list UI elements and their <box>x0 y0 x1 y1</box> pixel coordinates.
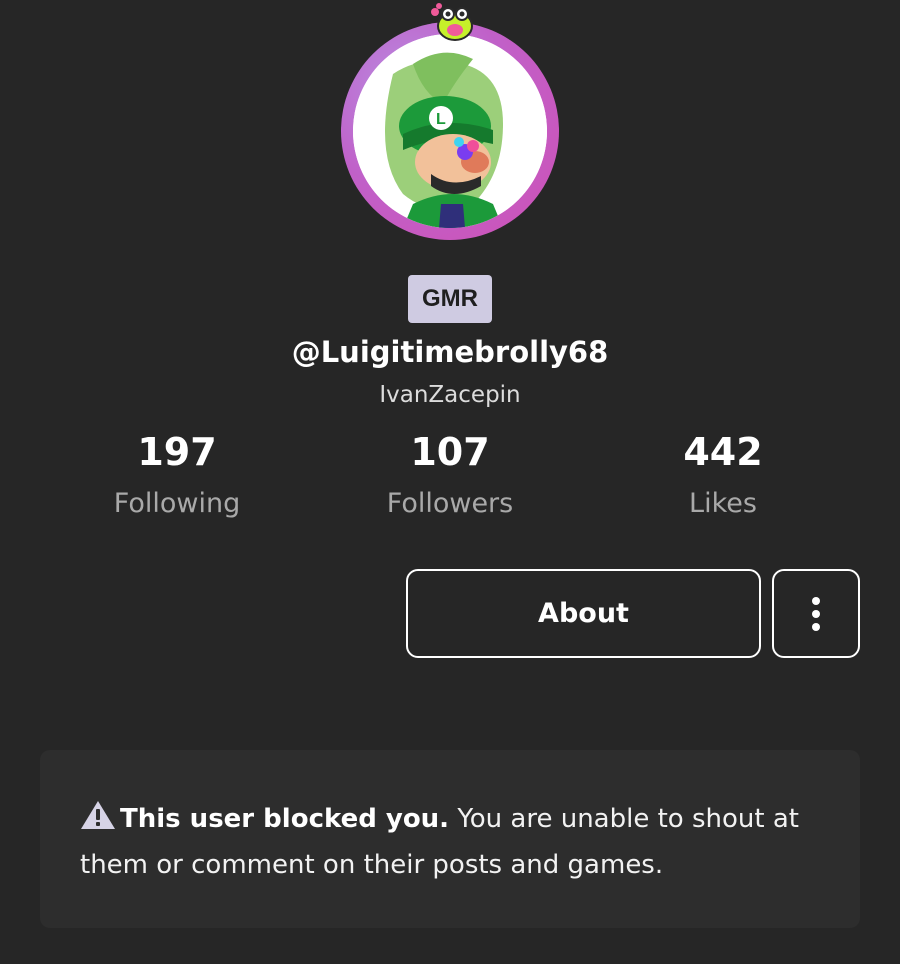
more-vertical-icon <box>812 596 820 631</box>
stat-label: Likes <box>689 488 757 519</box>
svg-text:L: L <box>436 111 446 128</box>
about-button[interactable]: About <box>406 569 761 658</box>
stat-following[interactable]: 197 Following <box>57 428 297 524</box>
profile-page: L GMR @Luigitimebrolly68 IvanZacepin 197… <box>0 0 900 964</box>
display-name: IvanZacepin <box>379 382 521 408</box>
stat-likes[interactable]: 442 Likes <box>603 428 843 524</box>
stat-value: 107 <box>410 430 490 474</box>
gmr-tag-badge: GMR <box>408 275 492 323</box>
blocked-notice: This user blocked you. You are unable to… <box>40 750 860 928</box>
frog-badge-icon <box>431 3 473 41</box>
more-options-button[interactable] <box>772 569 860 658</box>
stat-value: 442 <box>683 430 763 474</box>
stat-label: Following <box>113 488 241 519</box>
avatar[interactable]: L <box>341 3 559 240</box>
avatar-image: L <box>353 34 547 228</box>
blocked-notice-title: This user blocked you. <box>120 804 450 834</box>
username: @Luigitimebrolly68 <box>291 335 609 369</box>
stat-label: Followers <box>386 488 514 519</box>
stat-value: 197 <box>137 430 217 474</box>
warning-triangle-icon <box>81 801 115 829</box>
stat-followers[interactable]: 107 Followers <box>330 428 570 524</box>
